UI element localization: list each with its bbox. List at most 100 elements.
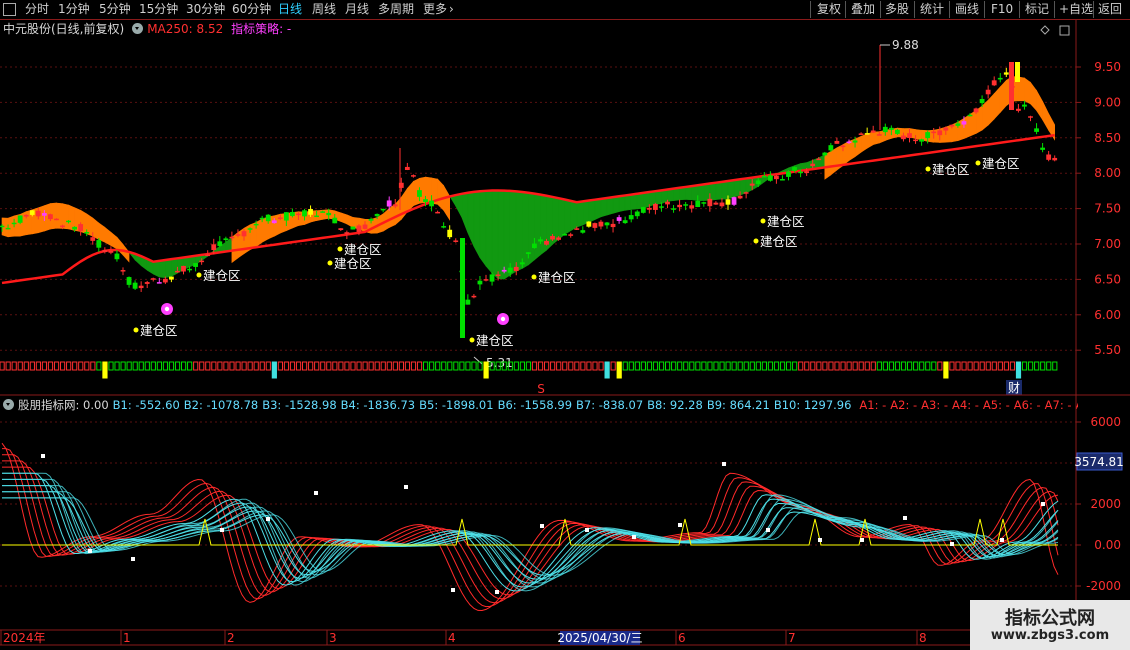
candle-body [991, 80, 997, 86]
indicator-point-marker [1000, 538, 1004, 542]
trend-band-segment [600, 197, 608, 218]
trend-band-segment [709, 182, 717, 201]
price-axis-label: 9.00 [1094, 95, 1121, 109]
trend-band-segment [165, 258, 172, 279]
candle-body [919, 139, 924, 142]
signal-strip-cell [985, 361, 991, 371]
candle-body [126, 277, 132, 285]
trend-band-segment [703, 183, 711, 201]
candle-body [907, 133, 912, 139]
signal-strip-cell [622, 361, 628, 371]
trend-band-segment [122, 243, 130, 263]
signal-strip-cell [973, 361, 979, 371]
candle-body [876, 134, 882, 136]
indicator-point-marker [88, 549, 92, 553]
candle-body [193, 263, 198, 267]
signal-strip-cell [102, 362, 108, 378]
signal-strip-cell [217, 361, 223, 371]
price-axis-label: 8.00 [1094, 166, 1121, 180]
signal-strip-cell [272, 362, 277, 378]
diamond-icon[interactable] [1040, 25, 1050, 35]
signal-strip-cell [162, 361, 169, 371]
signal-strip-cell [810, 361, 816, 371]
candle-body [550, 236, 555, 240]
candle-body [60, 225, 65, 228]
trend-band-segment [576, 201, 584, 228]
signal-strip-cell [773, 361, 780, 371]
signal-strip-cell [11, 361, 17, 371]
chart-canvas[interactable]: 9.885.31建仓区建仓区建仓区建仓区建仓区建仓区建仓区建仓区建仓区 建仓区S 财… [0, 0, 1130, 650]
candle-body [181, 265, 186, 272]
signal-strip-cell [658, 361, 665, 371]
candle-body [1052, 157, 1058, 161]
candle-body [749, 183, 755, 186]
signal-strip-cell [519, 361, 525, 371]
candle-body [828, 145, 834, 151]
candle-body [223, 238, 229, 241]
signal-strip-cell [852, 361, 858, 371]
signal-strip-cell [356, 361, 362, 371]
signal-strip-cell [719, 361, 725, 371]
trend-band-segment [733, 178, 741, 198]
signal-strip-cell [368, 361, 374, 371]
price-axis-label: 7.00 [1094, 237, 1121, 251]
indicator-point-marker [1041, 502, 1045, 506]
signal-strip-cell [804, 361, 810, 371]
candle-body [187, 268, 192, 271]
candle-body [404, 166, 410, 170]
candle-body [320, 211, 326, 213]
maximize-icon[interactable] [1059, 25, 1070, 36]
candle-body [96, 240, 102, 248]
trend-band-segment [455, 193, 463, 218]
signal-strip-cell [96, 361, 102, 371]
trend-band-segment [159, 259, 166, 279]
candle-body [356, 225, 362, 232]
candle-body [810, 163, 816, 167]
candle-body [943, 127, 949, 131]
candle-body [562, 234, 568, 236]
candle-body [423, 199, 428, 202]
signal-strip-cell [949, 361, 955, 371]
signal-strip-cell [913, 361, 919, 371]
candle-body [417, 190, 422, 197]
candle-body [786, 171, 791, 177]
candle-body [653, 203, 658, 210]
signal-strip-cell [598, 361, 604, 371]
trend-band-segment [636, 192, 644, 210]
candle-body [1016, 108, 1021, 111]
trend-band-segment [104, 226, 112, 247]
candle-body [435, 211, 440, 214]
signal-strip-cell [858, 361, 864, 371]
trend-band-segment [110, 231, 118, 250]
candle-body [332, 217, 338, 224]
signal-strip-cell [556, 361, 562, 371]
signal-strip-cell [5, 361, 11, 371]
candle-body [1046, 154, 1052, 160]
candle-body [175, 270, 180, 273]
candle-body [640, 207, 646, 213]
trend-band-segment [872, 131, 880, 146]
candle-body [755, 180, 761, 184]
signal-strip-cell [429, 361, 435, 371]
candle-body [411, 175, 416, 177]
trend-band-segment [7, 215, 15, 238]
signal-strip-cell [870, 361, 876, 371]
build-zone-label: 建仓区 [140, 323, 178, 338]
candle-body [162, 278, 168, 283]
signal-strip-cell [247, 361, 253, 371]
trend-band-segment [491, 190, 499, 280]
signal-strip-cell [610, 361, 616, 371]
candle-body [271, 220, 277, 224]
candle-body [628, 215, 634, 220]
candle-body [979, 98, 985, 104]
candle-body [156, 282, 162, 284]
trend-band-segment [630, 193, 638, 210]
candle-body [114, 253, 120, 260]
candle-body [302, 210, 307, 217]
candle-body [296, 213, 301, 216]
candle-body [882, 126, 888, 133]
cursor-date-label[interactable]: 2025/04/30/三 [557, 631, 642, 645]
candle-body [985, 89, 991, 95]
indicator-point-marker [41, 454, 45, 458]
candle-body [235, 234, 241, 236]
